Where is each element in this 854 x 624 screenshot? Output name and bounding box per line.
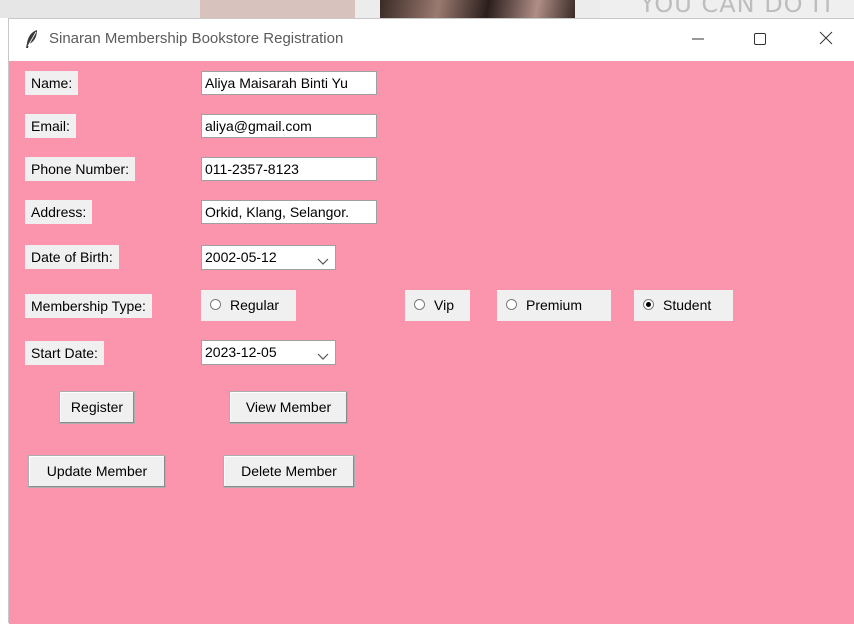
radio-label: Regular: [230, 297, 280, 313]
radio-regular[interactable]: Regular: [201, 290, 296, 321]
background-panel: [0, 0, 200, 18]
minimize-icon: [692, 30, 704, 49]
radio-label: Vip: [434, 297, 454, 313]
address-label: Address:: [25, 200, 93, 224]
delete-member-button[interactable]: Delete Member: [223, 455, 355, 488]
address-field[interactable]: Orkid, Klang, Selangor.: [201, 200, 377, 224]
chevron-down-icon[interactable]: [317, 348, 329, 360]
radio-label: Student: [663, 297, 712, 313]
register-button[interactable]: Register: [59, 391, 135, 424]
start-date-combobox[interactable]: 2023-12-05: [201, 340, 336, 365]
name-field[interactable]: Aliya Maisarah Binti Yu: [201, 71, 377, 95]
radio-indicator: [414, 299, 425, 310]
dob-label: Date of Birth:: [25, 245, 119, 269]
radio-vip[interactable]: Vip: [405, 290, 470, 321]
start-date-value: 2023-12-05: [205, 344, 277, 360]
name-label: Name:: [25, 71, 79, 95]
email-field[interactable]: aliya@gmail.com: [201, 114, 377, 138]
radio-indicator-selected: [643, 299, 654, 310]
title-bar[interactable]: Sinaran Membership Bookstore Registratio…: [9, 19, 854, 61]
radio-student[interactable]: Student: [634, 290, 733, 321]
radio-indicator: [506, 299, 517, 310]
close-button[interactable]: [797, 19, 854, 59]
minimize-button[interactable]: [669, 19, 727, 59]
feather-icon: [25, 29, 39, 49]
app-window: Sinaran Membership Bookstore Registratio…: [8, 18, 854, 624]
view-member-button[interactable]: View Member: [229, 391, 348, 424]
form-area: Name: Aliya Maisarah Binti Yu Email: ali…: [9, 61, 854, 624]
phone-field[interactable]: 011-2357-8123: [201, 157, 377, 181]
background-text: YOU CAN DO IT: [640, 0, 836, 18]
close-icon: [819, 30, 833, 49]
background-photo: [200, 0, 355, 18]
background-photo: [380, 0, 575, 18]
start-date-label: Start Date:: [25, 341, 104, 365]
dob-value: 2002-05-12: [205, 249, 277, 265]
membership-label: Membership Type:: [25, 294, 152, 318]
background-window: YOU CAN DO IT: [0, 0, 854, 18]
chevron-down-icon[interactable]: [317, 253, 329, 265]
phone-label: Phone Number:: [25, 157, 136, 181]
maximize-icon: [754, 30, 766, 49]
radio-premium[interactable]: Premium: [497, 290, 611, 321]
window-title: Sinaran Membership Bookstore Registratio…: [49, 30, 344, 47]
update-member-button[interactable]: Update Member: [28, 455, 166, 488]
dob-combobox[interactable]: 2002-05-12: [201, 245, 336, 270]
maximize-button[interactable]: [731, 19, 789, 59]
radio-indicator: [210, 299, 221, 310]
email-label: Email:: [25, 114, 76, 138]
radio-label: Premium: [526, 297, 583, 313]
